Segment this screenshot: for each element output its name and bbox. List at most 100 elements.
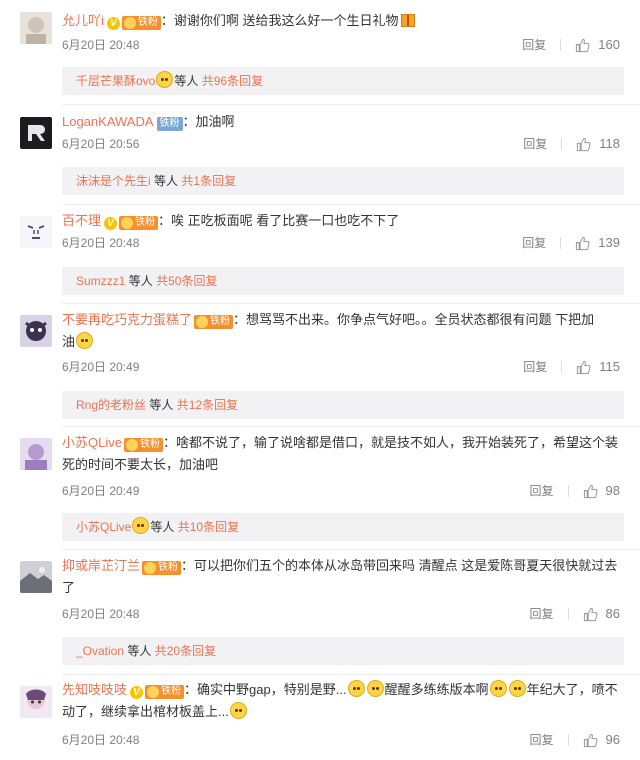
sub-reply-count-link[interactable]: 共50条回复	[156, 274, 217, 288]
sub-reply-user[interactable]: 沫沫是个先生i	[76, 174, 151, 188]
action-divider	[567, 485, 569, 497]
comment-text: 想骂骂不出来。你争点气好吧。。全员状态都很有问题 下把加	[246, 312, 595, 327]
timestamp: 6月20日 20:48	[62, 733, 140, 747]
comment-body: 不要再吃巧克力蛋糕了 铁粉 ：想骂骂不出来。你争点气好吧。。全员状态都很有问题 下把…	[62, 309, 624, 353]
avatar[interactable]	[20, 216, 52, 248]
avatar[interactable]	[20, 117, 52, 149]
timestamp: 6月20日 20:48	[62, 38, 140, 52]
sub-reply-count-link[interactable]: 共1条回复	[181, 174, 236, 188]
username[interactable]: LoganKAWADA	[62, 114, 154, 129]
comment-body: LoganKAWADA 铁粉 ：加油啊	[62, 111, 624, 133]
fan-badge: 铁粉	[194, 315, 234, 329]
like-count: 98	[605, 483, 620, 498]
username[interactable]: 抑或岸芷汀兰	[62, 558, 140, 573]
reply-button[interactable]: 回复	[522, 34, 546, 56]
sub-reply-user[interactable]: _Ovation	[76, 644, 124, 658]
like-count: 115	[599, 359, 620, 374]
crying-emoji	[366, 680, 384, 697]
colon: ：	[182, 114, 196, 129]
sub-replies-summary[interactable]: 小苏QLive 等人 共10条回复	[62, 513, 624, 541]
reply-button[interactable]: 回复	[523, 133, 547, 155]
username[interactable]: 先知吱吱吱	[62, 682, 127, 697]
username[interactable]: 允儿吖i	[62, 13, 104, 28]
reply-button[interactable]: 回复	[530, 603, 554, 625]
reply-button[interactable]: 回复	[530, 480, 554, 502]
avatar[interactable]	[20, 561, 52, 593]
sub-replies-summary[interactable]: 千层芒果酥ovo 等人 共96条回复	[62, 67, 624, 95]
username[interactable]: 不要再吃巧克力蛋糕了	[62, 312, 192, 327]
verified-v-badge: V	[130, 686, 144, 699]
sub-reply-user[interactable]: 千层芒果酥ovo	[76, 74, 155, 88]
verified-v-badge: V	[106, 17, 120, 30]
sub-replies-summary[interactable]: _Ovation 等人 共20条回复	[62, 637, 624, 665]
colon: ：	[160, 13, 174, 28]
action-divider	[560, 237, 562, 249]
timestamp: 6月20日 20:49	[62, 484, 140, 498]
crying-emoji	[229, 702, 247, 719]
thumbs-up-icon	[583, 484, 598, 498]
like-button[interactable]: 98	[583, 480, 620, 502]
thumbs-up-icon	[577, 360, 591, 374]
comment-body: 抑或岸芷汀兰 铁粉 ：可以把你们五个的本体从冰岛带回来吗 清醒点 这是爱陈哥夏天很快…	[62, 555, 624, 599]
timestamp: 6月20日 20:48	[62, 607, 140, 621]
like-button[interactable]: 118	[576, 133, 620, 155]
action-divider	[561, 138, 563, 150]
like-count: 160	[598, 37, 620, 52]
sub-replies-summary[interactable]: Sumzzz1 等人 共50条回复	[62, 267, 624, 295]
reply-button[interactable]: 回复	[522, 232, 546, 254]
comment-body: 允儿吖i V 铁粉 ：谢谢你们啊 送给我这么好一个生日礼物	[62, 10, 624, 32]
reply-button[interactable]: 回复	[523, 356, 547, 378]
divider	[62, 426, 640, 427]
gift-icon	[400, 14, 415, 27]
thumbs-up-icon	[583, 607, 598, 621]
avatar[interactable]	[20, 686, 52, 718]
colon: ：	[181, 558, 195, 573]
comment-text: 确实中野gap，特别是野...	[197, 682, 347, 697]
fan-badge: 铁粉	[119, 216, 159, 230]
comment-actions: 回复 118	[523, 133, 620, 155]
sub-replies-summary[interactable]: 沫沫是个先生i 等人 共1条回复	[62, 167, 624, 195]
comment-text: 唉 正吃板面呢 看了比赛一口也吃不下了	[171, 213, 400, 228]
action-divider	[567, 608, 569, 620]
divider	[62, 549, 640, 550]
timestamp: 6月20日 20:49	[62, 360, 140, 374]
sub-reply-count-link[interactable]: 共12条回复	[177, 398, 238, 412]
face-emoji	[489, 680, 507, 697]
comment-actions: 回复 86	[530, 603, 620, 625]
divider	[62, 674, 640, 675]
like-button[interactable]: 96	[583, 729, 620, 751]
like-button[interactable]: 115	[576, 356, 620, 378]
avatar[interactable]	[20, 12, 52, 44]
action-divider	[560, 39, 562, 51]
avatar[interactable]	[20, 438, 52, 470]
avatar[interactable]	[20, 315, 52, 347]
comment-body: 先知吱吱吱 V 铁粉 ：确实中野gap，特别是野... 醒醒多练练版本啊 年纪大了，喷不动…	[62, 679, 624, 723]
like-button[interactable]: 139	[575, 232, 620, 254]
sub-reply-user[interactable]: Rng的老粉丝	[76, 398, 146, 412]
timestamp: 6月20日 20:48	[62, 236, 140, 250]
like-button[interactable]: 86	[583, 603, 620, 625]
username[interactable]: 百不理	[62, 213, 101, 228]
divider	[62, 104, 640, 105]
sub-reply-user[interactable]: Sumzzz1	[76, 274, 125, 288]
verified-v-badge: V	[104, 217, 118, 230]
sub-reply-count-link[interactable]: 共10条回复	[178, 520, 239, 534]
sub-reply-user[interactable]: 小苏QLive	[76, 520, 131, 534]
colon: ：	[162, 435, 176, 450]
action-divider	[567, 734, 569, 746]
like-count: 86	[605, 606, 620, 621]
fan-badge: 铁粉	[123, 438, 163, 452]
username[interactable]: 小苏QLive	[62, 435, 122, 450]
reply-button[interactable]: 回复	[530, 729, 554, 751]
comment-text: 谢谢你们啊 送给我这么好一个生日礼物	[173, 13, 399, 28]
thumbs-up-icon	[583, 733, 598, 747]
sub-reply-count-link[interactable]: 共96条回复	[202, 74, 263, 88]
like-button[interactable]: 160	[575, 34, 620, 56]
comment-meta: 6月20日 20:49 回复 115	[62, 356, 624, 378]
like-count: 118	[599, 136, 620, 151]
fan-badge: 铁粉	[156, 117, 183, 131]
like-count: 96	[605, 732, 620, 747]
comment-text: 啥都不说了，输了说啥都是借口，就是技不如人，我开始装死了，希望这个装	[175, 435, 618, 450]
sub-replies-summary[interactable]: Rng的老粉丝 等人 共12条回复	[62, 391, 624, 419]
sub-reply-count-link[interactable]: 共20条回复	[155, 644, 216, 658]
